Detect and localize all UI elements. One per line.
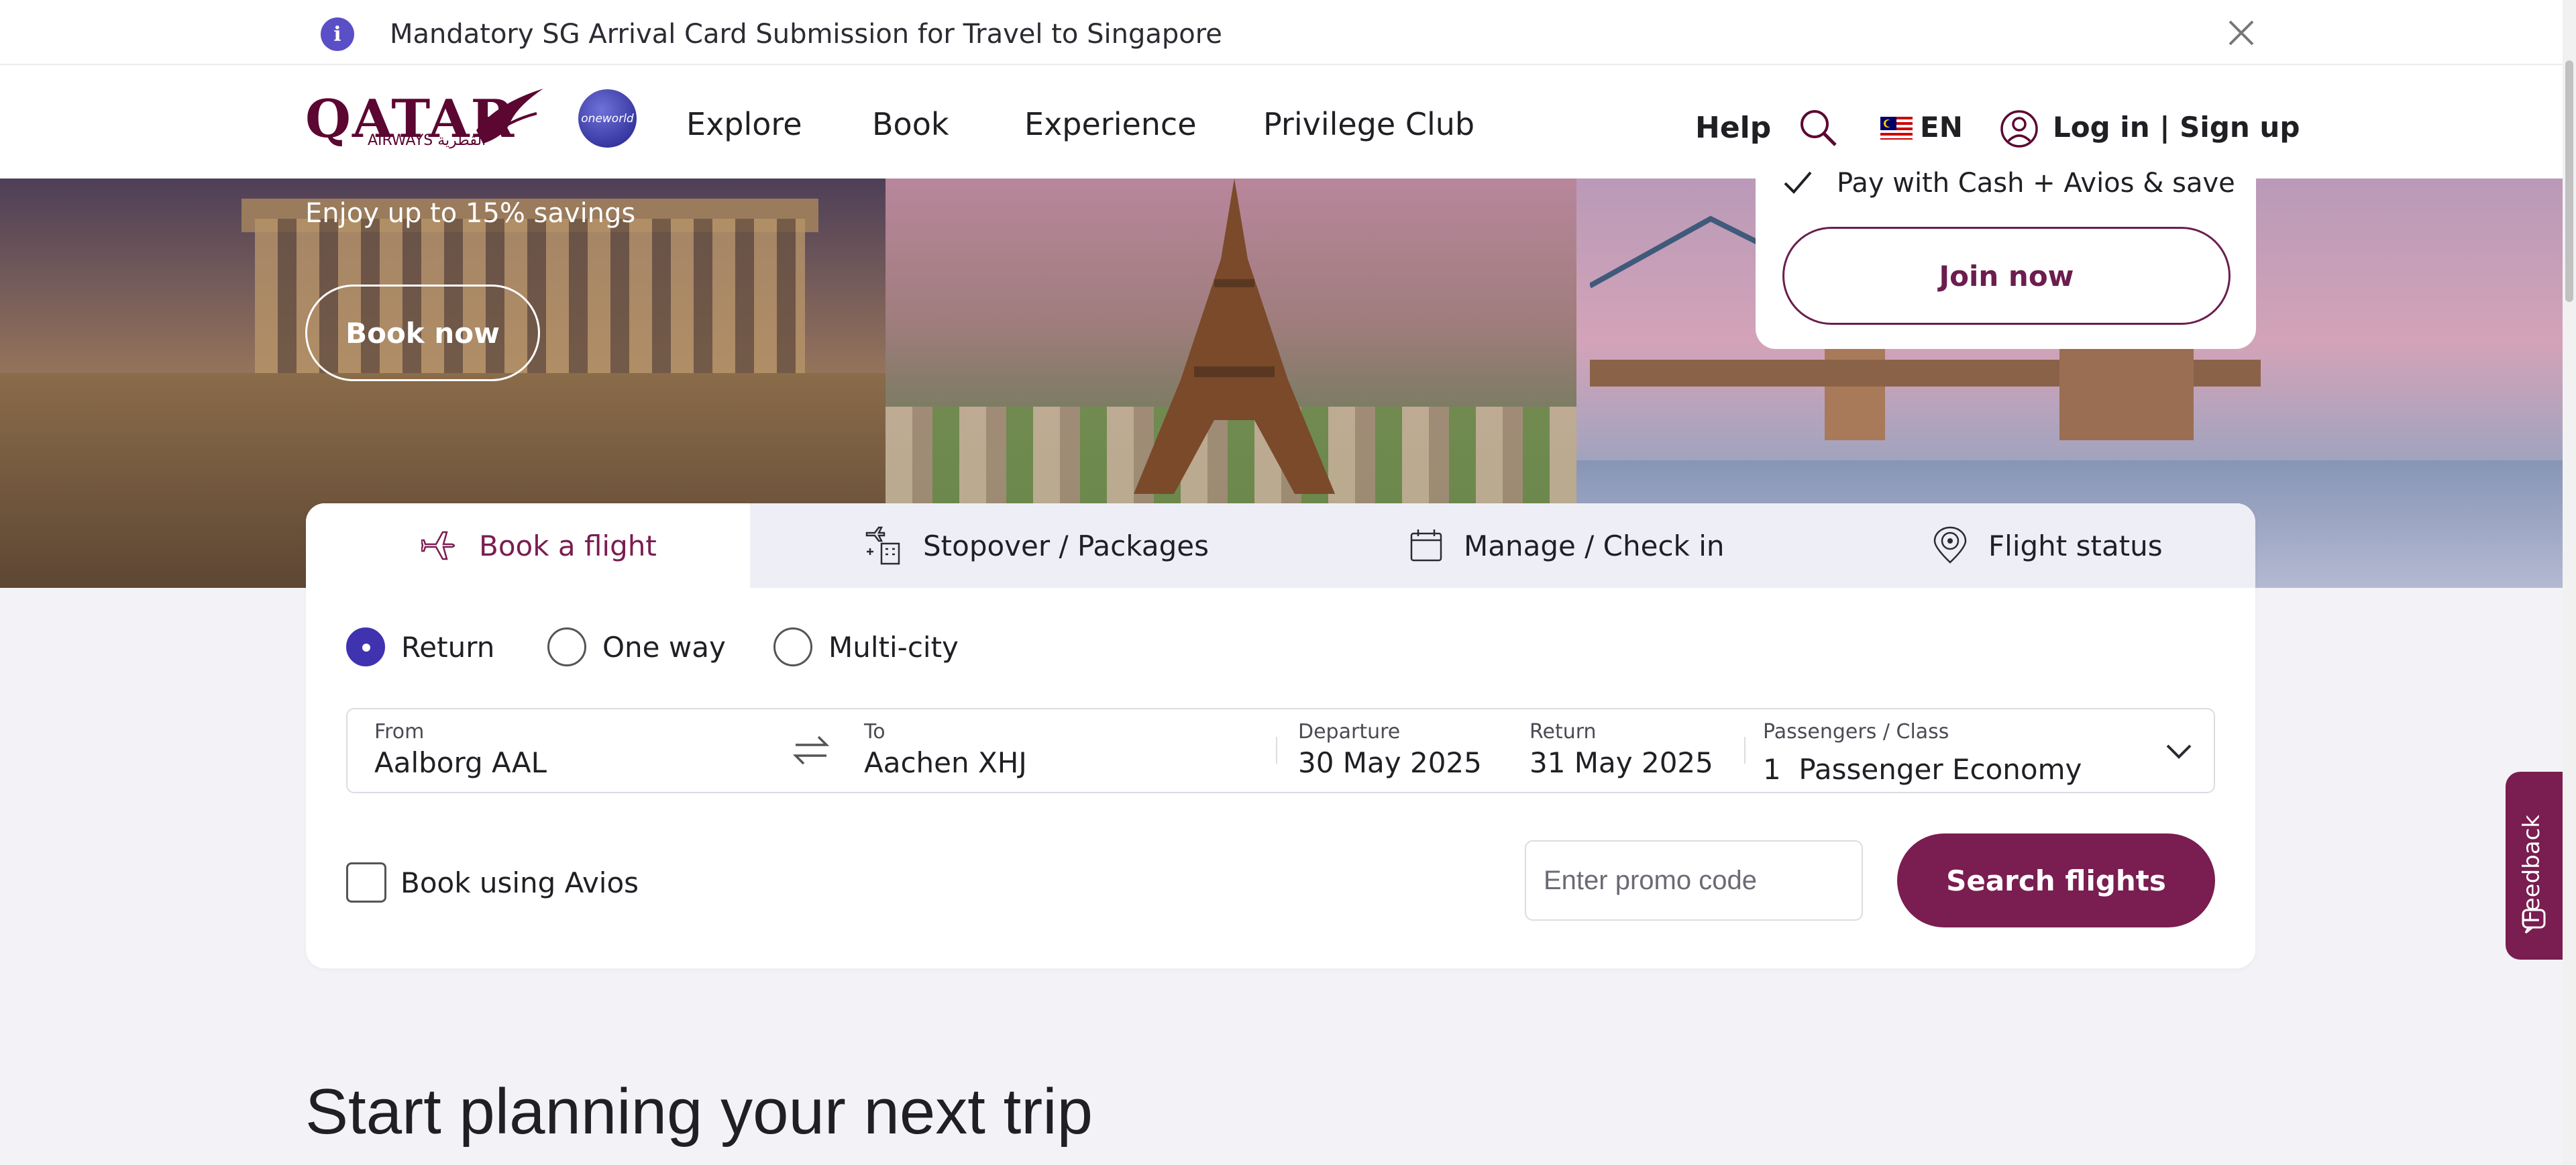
to-label: To (864, 720, 885, 744)
avios-label[interactable]: Book using Avios (400, 866, 639, 899)
close-icon[interactable] (2226, 17, 2257, 48)
passengers-class-field[interactable]: 1 Passenger Economy (1763, 753, 2082, 786)
nav-privilege-club[interactable]: Privilege Club (1263, 106, 1474, 142)
nav-book[interactable]: Book (872, 106, 949, 142)
location-pin-icon (1933, 526, 1967, 564)
from-field[interactable]: Aalborg AAL (374, 746, 547, 779)
radio-one-way[interactable]: One way (547, 627, 726, 666)
plane-icon (421, 531, 455, 560)
nav-explore[interactable]: Explore (686, 106, 802, 142)
to-field[interactable]: Aachen XHJ (864, 746, 1027, 779)
notice-text[interactable]: Mandatory SG Arrival Card Submission for… (390, 19, 1222, 50)
divider (1276, 737, 1277, 764)
tab-label: Book a flight (479, 529, 657, 562)
tab-label: Flight status (1988, 529, 2163, 562)
notice-bar (0, 0, 2563, 65)
tab-stopover-packages[interactable]: Stopover / Packages (864, 503, 1209, 588)
radio-return[interactable]: Return (346, 627, 494, 666)
calendar-icon (1410, 529, 1442, 562)
promo-benefit-text: Pay with Cash + Avios & save (1837, 168, 2235, 199)
radio-unselected-icon (773, 627, 812, 666)
tab-flight-status[interactable]: Flight status (1932, 503, 2163, 588)
eiffel-tower-graphic (1134, 179, 1335, 494)
tab-label: Stopover / Packages (923, 529, 1209, 562)
hero-savings-text: Enjoy up to 15% savings (305, 198, 636, 229)
radio-unselected-icon (547, 627, 586, 666)
feedback-icon (2522, 909, 2546, 934)
departure-label: Departure (1298, 720, 1401, 744)
from-label: From (374, 720, 425, 744)
swap-icon[interactable] (790, 731, 832, 769)
logo-subtext: AIRWAYS القطرية (368, 132, 486, 149)
help-link[interactable]: Help (1695, 111, 1771, 145)
departure-date-field[interactable]: 30 May 2025 (1298, 746, 1482, 779)
return-date-field[interactable]: 31 May 2025 (1529, 746, 1713, 779)
user-icon[interactable] (1999, 109, 2039, 149)
search-icon[interactable] (1796, 106, 1839, 149)
malaysia-flag-icon[interactable] (1880, 117, 1913, 140)
chevron-down-icon[interactable] (2162, 735, 2196, 768)
search-flights-button[interactable]: Search flights (1897, 833, 2215, 927)
checkmark-icon (1784, 171, 1812, 194)
passengers-label: Passengers / Class (1763, 720, 1949, 744)
promo-code-input[interactable]: Enter promo code (1525, 840, 1863, 921)
info-icon: i (321, 17, 354, 51)
hotel-plane-icon (865, 526, 900, 565)
book-now-button[interactable]: Book now (305, 285, 540, 381)
language-selector[interactable]: EN (1920, 111, 1963, 144)
section-title: Start planning your next trip (305, 1076, 1093, 1148)
tab-book-a-flight[interactable]: Book a flight (421, 503, 657, 588)
radio-label: Return (401, 630, 495, 664)
oneworld-logo[interactable]: oneworld (578, 89, 637, 148)
radio-label: Multi-city (828, 630, 959, 664)
join-now-button[interactable]: Join now (1782, 227, 2231, 325)
nav-experience[interactable]: Experience (1024, 106, 1197, 142)
radio-multi-city[interactable]: Multi-city (773, 627, 959, 666)
tab-manage-check-in[interactable]: Manage / Check in (1409, 503, 1725, 588)
scrollbar-thumb[interactable] (2565, 60, 2573, 302)
divider (1744, 737, 1746, 764)
radio-label: One way (602, 630, 726, 664)
tab-label: Manage / Check in (1464, 529, 1725, 562)
return-label: Return (1529, 720, 1597, 744)
avios-checkbox[interactable] (346, 862, 386, 903)
radio-selected-icon (346, 627, 385, 666)
login-signup-link[interactable]: Log in | Sign up (2053, 111, 2300, 144)
